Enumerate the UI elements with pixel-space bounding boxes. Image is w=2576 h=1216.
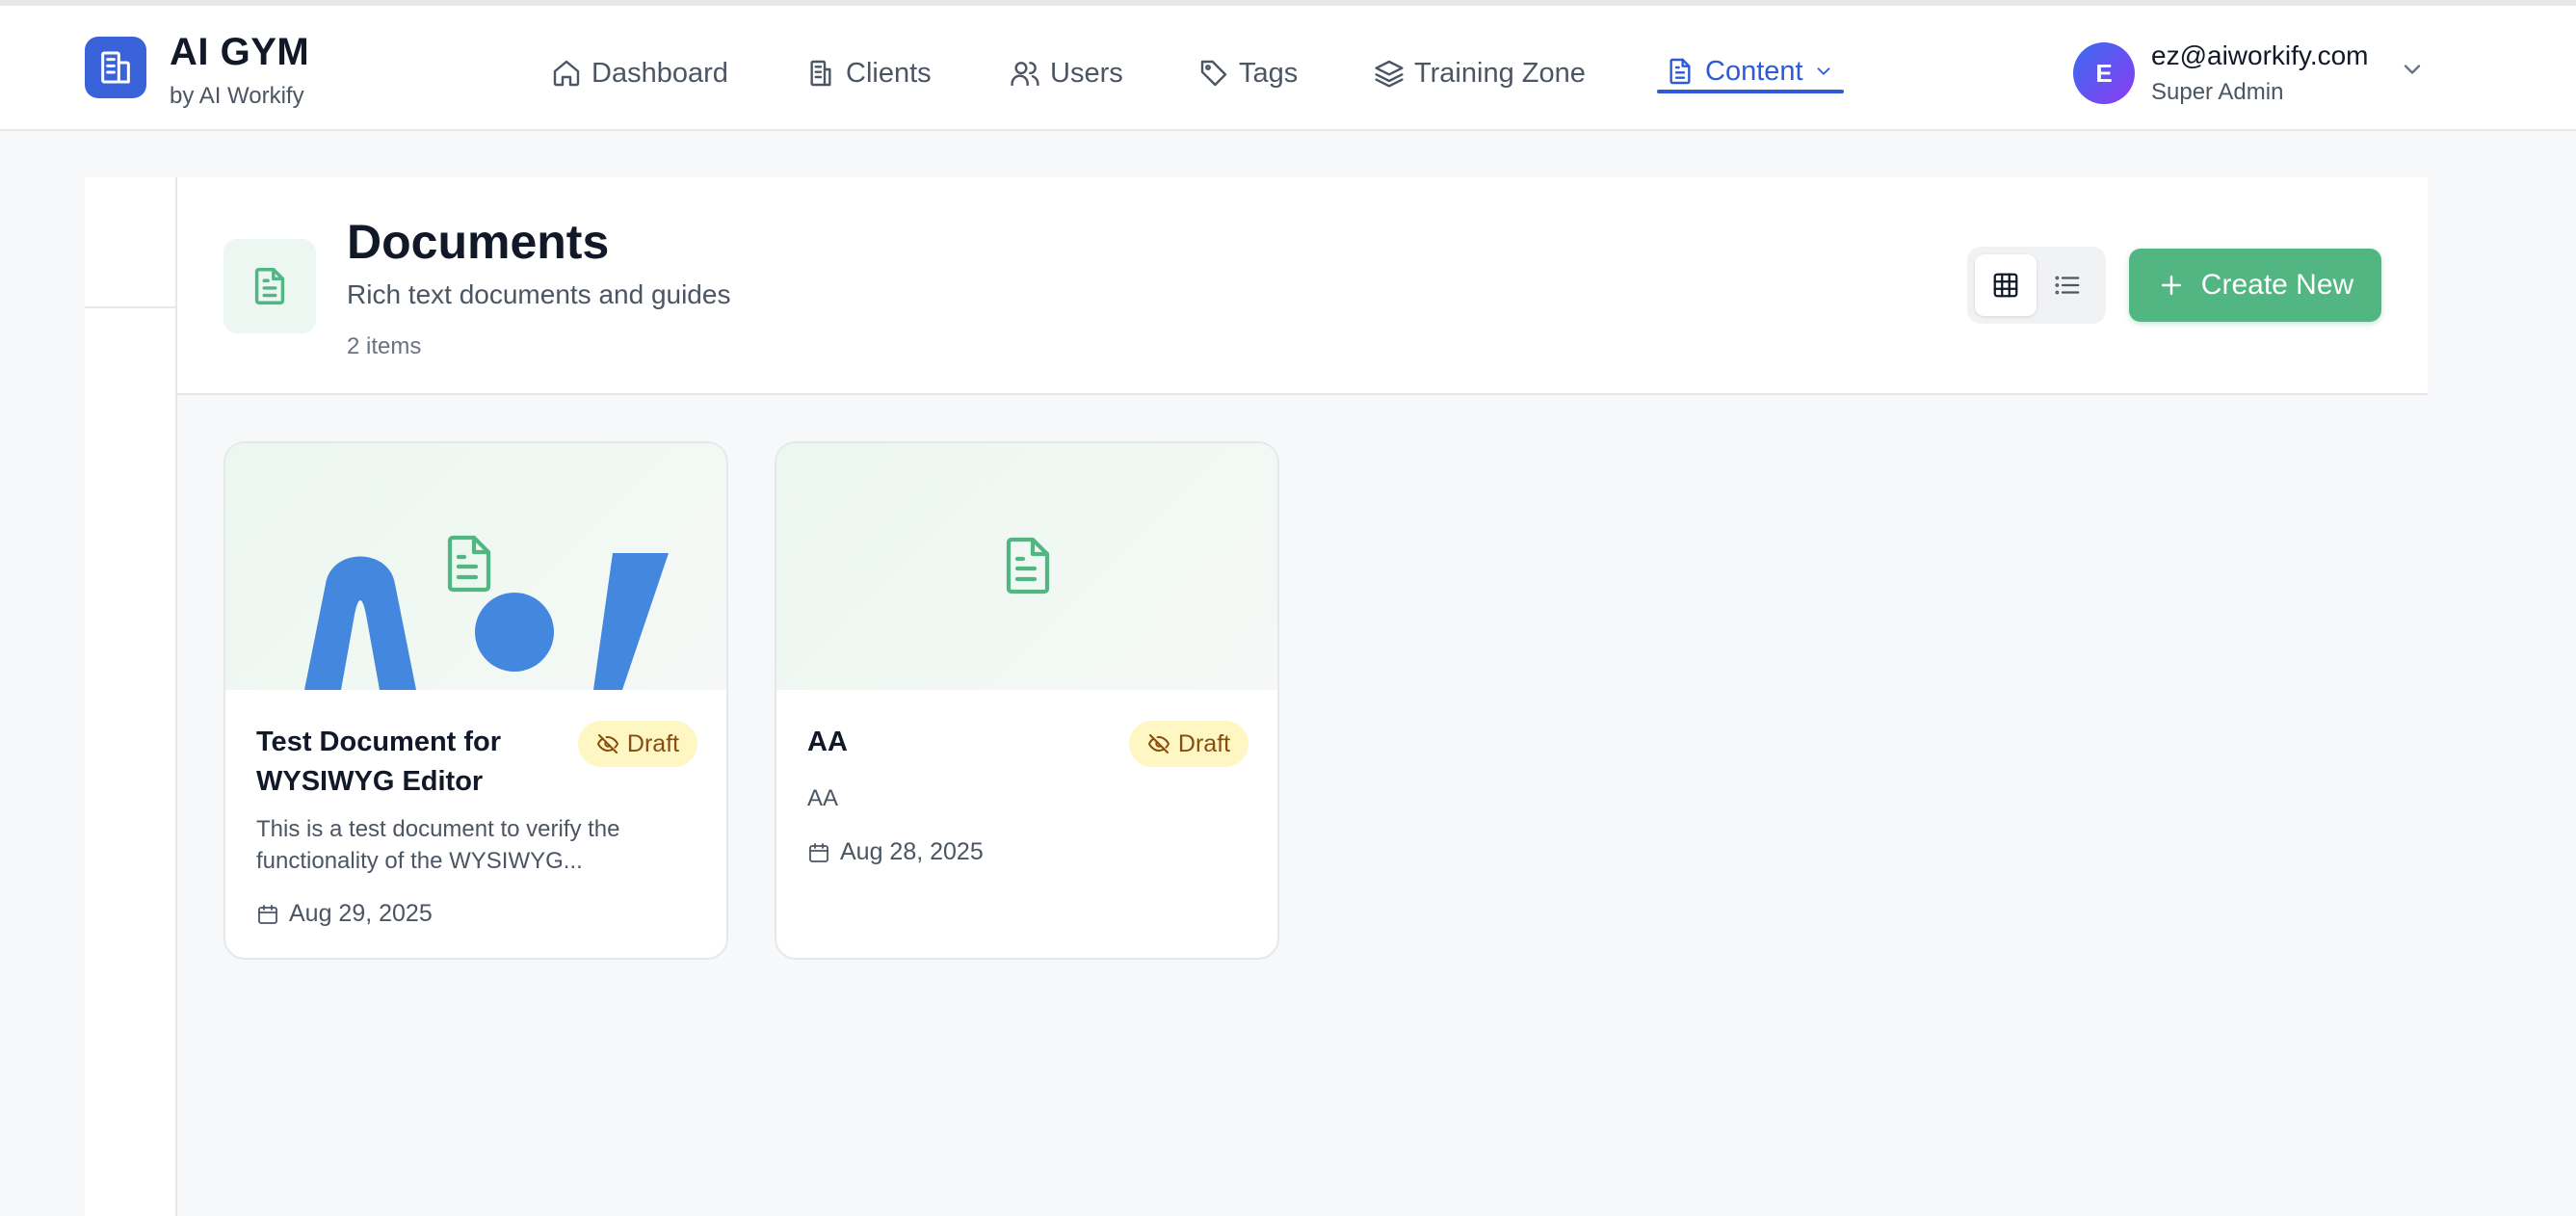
nav-label-users: Users bbox=[1050, 57, 1123, 89]
nav-item-clients[interactable]: Clients bbox=[805, 54, 932, 93]
user-menu-chevron-icon[interactable] bbox=[2399, 56, 2426, 83]
nav-item-dashboard[interactable]: Dashboard bbox=[551, 54, 728, 93]
calendar-icon bbox=[258, 904, 277, 924]
active-tab-indicator bbox=[1657, 90, 1844, 93]
status-badge: Draft bbox=[578, 721, 697, 767]
document-placeholder-icon bbox=[1006, 537, 1050, 595]
view-mode-toggle bbox=[1967, 247, 2106, 324]
card-date: Aug 28, 2025 bbox=[807, 838, 984, 866]
create-new-label: Create New bbox=[2200, 269, 2354, 301]
card-date-text: Aug 28, 2025 bbox=[840, 838, 984, 865]
documents-header-icon bbox=[223, 239, 316, 333]
list-view-button[interactable] bbox=[2037, 254, 2098, 316]
create-new-button[interactable]: Create New bbox=[2129, 249, 2381, 322]
plus-icon bbox=[2161, 276, 2181, 295]
page-header: Documents Rich text documents and guides… bbox=[177, 177, 2428, 395]
nav-label-training-zone: Training Zone bbox=[1414, 57, 1586, 89]
brand-logo-icon[interactable] bbox=[85, 37, 146, 98]
brand-title: AI GYM bbox=[170, 31, 310, 73]
nav-label-clients: Clients bbox=[846, 57, 932, 89]
layers-icon bbox=[1375, 60, 1404, 88]
chevron-down-icon bbox=[1817, 67, 1829, 75]
list-icon bbox=[2055, 276, 2080, 295]
card-title: AA bbox=[807, 727, 848, 757]
status-label: Draft bbox=[626, 729, 680, 757]
nav-label-dashboard: Dashboard bbox=[591, 57, 728, 89]
user-role: Super Admin bbox=[2151, 79, 2284, 105]
building-icon bbox=[810, 60, 831, 87]
card-description: AA bbox=[807, 785, 839, 811]
nav-label-content: Content bbox=[1705, 55, 1803, 87]
tag-icon bbox=[1200, 60, 1227, 87]
card-date: Aug 29, 2025 bbox=[256, 900, 433, 928]
page-subtitle: Rich text documents and guides bbox=[347, 279, 731, 309]
avatar[interactable]: E bbox=[2073, 42, 2135, 104]
status-label: Draft bbox=[1177, 729, 1231, 757]
nav-item-users[interactable]: Users bbox=[1010, 54, 1123, 93]
card-thumbnail bbox=[225, 443, 726, 690]
card-title: Test Document for WYSIWYG Editor bbox=[256, 727, 502, 797]
nav-item-content[interactable]: Content bbox=[1665, 52, 1834, 91]
nav-label-tags: Tags bbox=[1239, 57, 1299, 89]
calendar-icon bbox=[809, 842, 828, 862]
user-email[interactable]: ez@aiworkify.com bbox=[2151, 40, 2369, 71]
users-icon bbox=[1011, 62, 1039, 87]
document-card[interactable]: AA Draft AA Aug 28, 2025 bbox=[775, 441, 1279, 960]
grid-view-button[interactable] bbox=[1975, 254, 2037, 316]
nav-item-tags[interactable]: Tags bbox=[1198, 54, 1298, 93]
card-date-text: Aug 29, 2025 bbox=[289, 900, 433, 927]
document-card[interactable]: Test Document for WYSIWYG Editor Draft T… bbox=[223, 441, 728, 960]
card-description: This is a test document to verify the fu… bbox=[256, 816, 620, 874]
nav-item-training-zone[interactable]: Training Zone bbox=[1374, 54, 1586, 93]
card-thumbnail bbox=[776, 443, 1277, 690]
page-title: Documents bbox=[347, 215, 610, 269]
left-sidebar bbox=[85, 177, 177, 1216]
eye-off-icon bbox=[1147, 734, 1170, 753]
home-icon bbox=[553, 60, 580, 87]
top-navigation: AI GYM by AI Workify Dashboard Clients U… bbox=[0, 0, 2576, 131]
grid-icon bbox=[1993, 273, 2018, 298]
document-icon bbox=[1669, 58, 1691, 85]
sidebar-divider bbox=[85, 306, 177, 308]
ai-logo-image bbox=[304, 535, 669, 690]
eye-off-icon bbox=[596, 734, 618, 753]
item-count: 2 items bbox=[347, 333, 422, 359]
brand-subtitle: by AI Workify bbox=[170, 83, 304, 109]
status-badge: Draft bbox=[1129, 721, 1249, 767]
